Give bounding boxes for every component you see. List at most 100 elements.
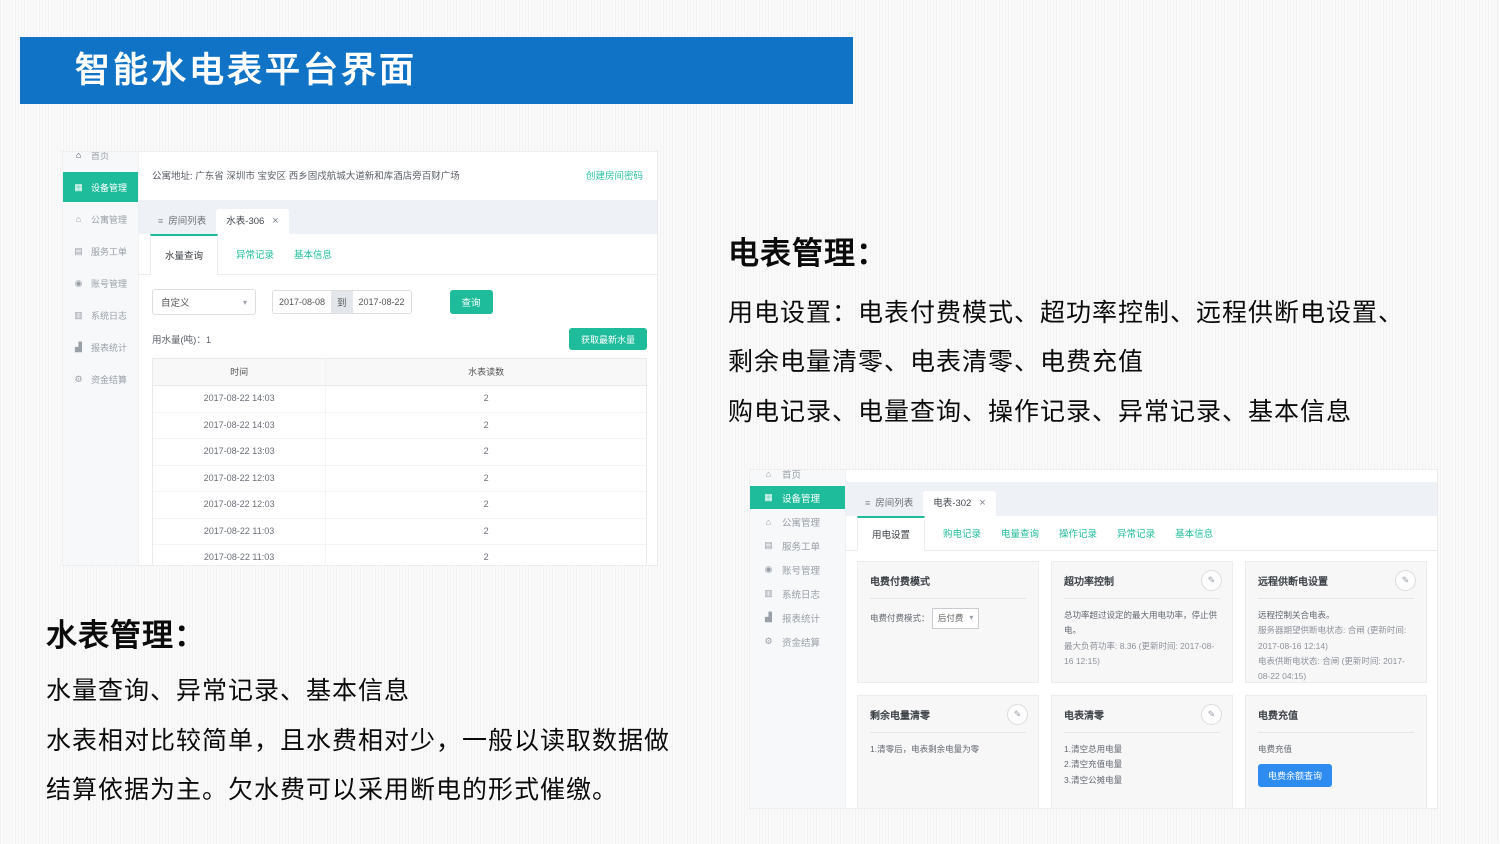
work-order-icon: ▤ <box>73 246 84 257</box>
cell-reading: 2 <box>326 545 646 565</box>
edit-pencil-icon[interactable]: ✎ <box>1007 704 1028 725</box>
get-latest-water-button[interactable]: 获取最新水量 <box>569 328 647 350</box>
account-icon: ◉ <box>73 278 84 289</box>
tab-label: 房间列表 <box>875 491 913 516</box>
balance-query-button[interactable]: 电费余额查询 <box>1258 764 1332 787</box>
edit-pencil-icon[interactable]: ✎ <box>1201 704 1222 725</box>
sidebar-item-devices[interactable]: ▦ 设备管理 <box>750 486 845 509</box>
sidebar-item-apartment[interactable]: ⌂公寓管理 <box>63 204 138 234</box>
clear-meter-line-1: 1.清空总用电量 <box>1064 742 1220 757</box>
electric-subtab-2[interactable]: 电量查询 <box>1001 516 1039 550</box>
sidebar-item-report[interactable]: ▟报表统计 <box>750 606 845 629</box>
electric-subtab-1[interactable]: 购电记录 <box>943 516 981 550</box>
card-title: 电费付费模式 <box>870 573 1026 588</box>
sidebar-item-apartment[interactable]: ⌂公寓管理 <box>750 510 845 533</box>
cell-reading: 2 <box>326 492 646 518</box>
water-app-sidebar: ⌂首页 ▦设备管理⌂公寓管理 ▤ 服务工单 ◉账号管理▥系统日志 ▟ 报表统计 ⚙资金结算 <box>63 152 139 565</box>
sidebar-item-label: 服务工单 <box>91 245 127 258</box>
query-button[interactable]: 查询 <box>450 290 493 314</box>
payment-mode-field: 电费付费模式： 后付费 ▾ <box>870 608 1026 629</box>
report-icon: ▟ <box>763 612 774 623</box>
report-icon: ▟ <box>73 342 84 353</box>
date-to-label: 到 <box>331 290 353 314</box>
account-icon: ◉ <box>763 564 774 575</box>
water-app-tabstrip: ≡ 房间列表 水表-306 × <box>138 200 657 234</box>
home-icon: ⌂ <box>73 152 84 160</box>
close-tab-icon[interactable]: × <box>272 209 278 234</box>
sidebar-item-home[interactable]: ⌂首页 <box>63 152 138 170</box>
sidebar-item-settlement[interactable]: ⚙资金结算 <box>63 364 138 394</box>
sidebar-item-label: 资金结算 <box>91 373 127 386</box>
sidebar-item-report[interactable]: ▟ 报表统计 <box>63 332 138 362</box>
water-query-filters: 自定义 ▾ 2017-08-08 到 2017-08-22 查询 <box>152 289 657 315</box>
water-app-header: 公寓地址: 广东省 深圳市 宝安区 西乡固戍航城大道新和库酒店旁百财广场 创建房… <box>138 152 657 200</box>
electric-subtab-5[interactable]: 基本信息 <box>1175 516 1213 550</box>
table-row: 2017-08-22 11:032 <box>153 519 646 546</box>
water-note-line-2: 水表相对比较简单，且水费相对少，一般以读取数据做 <box>46 721 670 757</box>
sidebar-item-label: 首页 <box>782 470 801 481</box>
sidebar-item-settlement[interactable]: ⚙资金结算 <box>750 630 845 653</box>
sidebar-item-label: 账号管理 <box>782 563 820 577</box>
tab-room-list[interactable]: ≡ 房间列表 <box>148 209 216 234</box>
cell-reading: 2 <box>326 466 646 492</box>
slide-title: 智能水电表平台界面 <box>75 37 853 104</box>
cell-time: 2017-08-22 12:03 <box>153 466 326 492</box>
date-from-input[interactable]: 2017-08-08 <box>272 290 331 314</box>
edit-pencil-icon[interactable]: ✎ <box>1395 570 1416 591</box>
card-remote-switch: 远程供断电设置 ✎ 远程控制关合电表。 服务器期望供断电状态: 合闸 (更新时间… <box>1245 561 1427 683</box>
sidebar-item-log[interactable]: ▥系统日志 <box>63 300 138 330</box>
sidebar-item-log[interactable]: ▥系统日志 <box>750 582 845 605</box>
sidebar-item-account[interactable]: ◉账号管理 <box>63 268 138 298</box>
cell-time: 2017-08-22 12:03 <box>153 492 326 518</box>
payment-mode-label: 电费付费模式： <box>870 613 930 623</box>
card-recharge: 电费充值 电费充值 电费余额查询 <box>1245 695 1427 808</box>
water-app-subtabs: 水量查询异常记录基本信息 <box>138 234 657 275</box>
chevron-down-icon: ▾ <box>243 298 247 307</box>
sidebar-item-label: 设备管理 <box>782 491 820 505</box>
edit-pencil-icon[interactable]: ✎ <box>1201 570 1222 591</box>
cell-reading: 2 <box>326 519 646 545</box>
devices-icon: ▦ <box>763 492 774 503</box>
water-readings-table: 时间水表读数2017-08-22 14:0322017-08-22 14:032… <box>152 358 647 565</box>
card-title: 剩余电量清零 <box>870 707 1026 722</box>
date-to-input[interactable]: 2017-08-22 <box>353 290 412 314</box>
water-subtab-0[interactable]: 水量查询 <box>150 234 218 275</box>
water-note-line-1: 水量查询、异常记录、基本信息 <box>46 671 410 707</box>
sidebar-item-devices[interactable]: ▦设备管理 <box>63 172 138 202</box>
apartment-icon: ⌂ <box>763 517 774 527</box>
close-tab-icon[interactable]: × <box>979 491 985 516</box>
electric-subtab-0[interactable]: 用电设置 <box>857 516 925 551</box>
tab-water-meter-306[interactable]: 水表-306 × <box>216 209 288 234</box>
tab-label: 房间列表 <box>168 209 206 234</box>
tab-label: 水表-306 <box>226 209 264 234</box>
payment-mode-select[interactable]: 后付费 ▾ <box>932 608 980 629</box>
power-limit-meta: 最大负荷功率: 8.36 (更新时间: 2017-08-16 12:15) <box>1064 639 1220 670</box>
sidebar-item-label: 服务工单 <box>782 539 820 553</box>
tab-room-list[interactable]: ≡ 房间列表 <box>855 491 923 516</box>
sidebar-item-label: 系统日志 <box>782 587 820 601</box>
electric-meter-app-screenshot: ⌂首页▦设备管理⌂公寓管理▤服务工单◉账号管理▥系统日志▟报表统计⚙资金结算 ≡… <box>750 470 1437 808</box>
sidebar-item-label: 报表统计 <box>91 341 127 354</box>
sidebar-item-work-order[interactable]: ▤服务工单 <box>750 534 845 557</box>
card-clear-remaining: 剩余电量清零 ✎ 1.清零后，电表剩余电量为零 <box>857 695 1039 808</box>
card-power-limit: 超功率控制 ✎ 总功率超过设定的最大用电功率，停止供电。 最大负荷功率: 8.3… <box>1051 561 1233 683</box>
electric-app-subtabs: 用电设置购电记录电量查询操作记录异常记录基本信息 <box>845 516 1437 551</box>
settlement-icon: ⚙ <box>763 636 774 647</box>
clear-meter-line-3: 3.清空公摊电量 <box>1064 773 1220 788</box>
water-usage-row: 用水量(吨)：1 获取最新水量 <box>152 328 647 350</box>
water-subtab-2[interactable]: 基本信息 <box>294 234 332 274</box>
tab-electric-meter-302[interactable]: 电表-302 × <box>923 491 995 516</box>
create-room-password-link[interactable]: 创建房间密码 <box>586 168 643 182</box>
cell-time: 2017-08-22 14:03 <box>153 386 326 412</box>
electric-subtab-3[interactable]: 操作记录 <box>1059 516 1097 550</box>
date-range-select[interactable]: 自定义 ▾ <box>152 289 256 315</box>
sidebar-item-work-order[interactable]: ▤ 服务工单 <box>63 236 138 266</box>
electric-subtab-4[interactable]: 异常记录 <box>1117 516 1155 550</box>
sidebar-item-home[interactable]: ⌂首页 <box>750 470 845 485</box>
sidebar-item-account[interactable]: ◉ 账号管理 <box>750 558 845 581</box>
clear-remaining-line-1: 1.清零后，电表剩余电量为零 <box>870 742 1026 757</box>
water-subtab-1[interactable]: 异常记录 <box>236 234 274 274</box>
recharge-line-1: 电费充值 <box>1258 742 1414 757</box>
electric-note-line-1: 用电设置：电表付费模式、超功率控制、远程供断电设置、 <box>728 293 1404 329</box>
remote-switch-meta-2: 电表供断电状态: 合闸 (更新时间: 2017-08-22 04:15) <box>1258 654 1414 683</box>
